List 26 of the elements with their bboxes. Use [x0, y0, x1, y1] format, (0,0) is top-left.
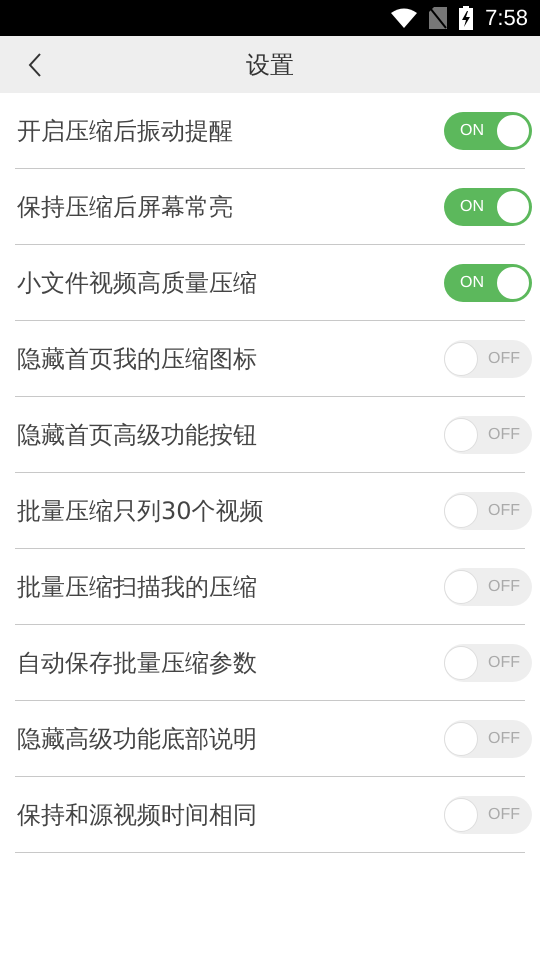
setting-label: 自动保存批量压缩参数 — [16, 648, 257, 678]
toggle-switch[interactable]: OFF — [444, 568, 532, 606]
setting-label: 批量压缩扫描我的压缩 — [16, 572, 257, 602]
status-time: 7:58 — [485, 5, 528, 31]
setting-label: 开启压缩后振动提醒 — [16, 116, 233, 146]
back-icon[interactable] — [28, 53, 42, 77]
no-sim-icon — [429, 7, 448, 29]
toggle-switch[interactable]: ON — [444, 264, 532, 302]
battery-charging-icon — [459, 6, 474, 30]
toggle-switch[interactable]: OFF — [444, 416, 532, 454]
setting-label: 批量压缩只列30个视频 — [16, 496, 264, 526]
toggle-switch[interactable]: ON — [444, 188, 532, 226]
setting-label: 保持和源视频时间相同 — [16, 800, 257, 830]
toggle-switch[interactable]: OFF — [444, 796, 532, 834]
setting-label: 隐藏首页高级功能按钮 — [16, 420, 257, 450]
wifi-icon — [391, 8, 418, 28]
setting-label: 隐藏高级功能底部说明 — [16, 724, 257, 754]
setting-label: 隐藏首页我的压缩图标 — [16, 344, 257, 374]
page-title: 设置 — [246, 50, 294, 80]
toggle-switch[interactable]: OFF — [444, 644, 532, 682]
toggle-switch[interactable]: OFF — [444, 720, 532, 758]
toggle-switch[interactable]: ON — [444, 112, 532, 150]
setting-label: 小文件视频高质量压缩 — [16, 268, 257, 298]
setting-label: 保持压缩后屏幕常亮 — [16, 192, 233, 222]
toggle-switch[interactable]: OFF — [444, 340, 532, 378]
toggle-switch[interactable]: OFF — [444, 492, 532, 530]
